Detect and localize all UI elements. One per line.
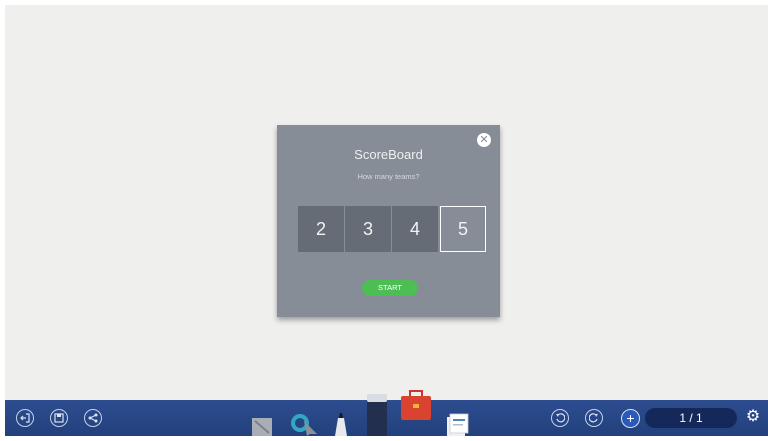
start-button[interactable]: START: [362, 280, 418, 296]
redo-icon[interactable]: [585, 409, 603, 427]
add-page-button[interactable]: +: [621, 409, 640, 428]
share-icon[interactable]: [84, 409, 102, 427]
gear-icon[interactable]: ⚙: [745, 409, 761, 425]
exit-icon[interactable]: [16, 409, 34, 427]
team-options: 2 3 4 5: [298, 206, 487, 252]
dialog-subtitle: How many teams?: [357, 172, 420, 181]
page-indicator[interactable]: 1 / 1: [645, 408, 737, 428]
undo-icon[interactable]: [551, 409, 569, 427]
team-option-4[interactable]: 4: [392, 206, 438, 252]
marker-icon[interactable]: [365, 394, 389, 441]
toolbox-icon[interactable]: [400, 390, 432, 427]
team-option-3[interactable]: 3: [345, 206, 391, 252]
save-icon[interactable]: [50, 409, 68, 427]
scoreboard-dialog: ✕ ScoreBoard How many teams? 2 3 4 5 STA…: [277, 125, 500, 317]
close-icon[interactable]: ✕: [477, 133, 491, 147]
bottom-toolbar: + 1 / 1 ⚙: [5, 390, 768, 436]
selector-icon[interactable]: [290, 413, 318, 441]
dialog-title: ScoreBoard: [354, 147, 423, 162]
plus-icon: +: [626, 410, 635, 426]
file-icon[interactable]: [445, 413, 469, 441]
pen-icon[interactable]: [334, 412, 348, 441]
whiteboard-canvas[interactable]: ✕ ScoreBoard How many teams? 2 3 4 5 STA…: [5, 5, 768, 400]
eraser-icon[interactable]: [251, 416, 273, 441]
team-option-5[interactable]: 5: [440, 206, 486, 252]
team-option-2[interactable]: 2: [298, 206, 344, 252]
